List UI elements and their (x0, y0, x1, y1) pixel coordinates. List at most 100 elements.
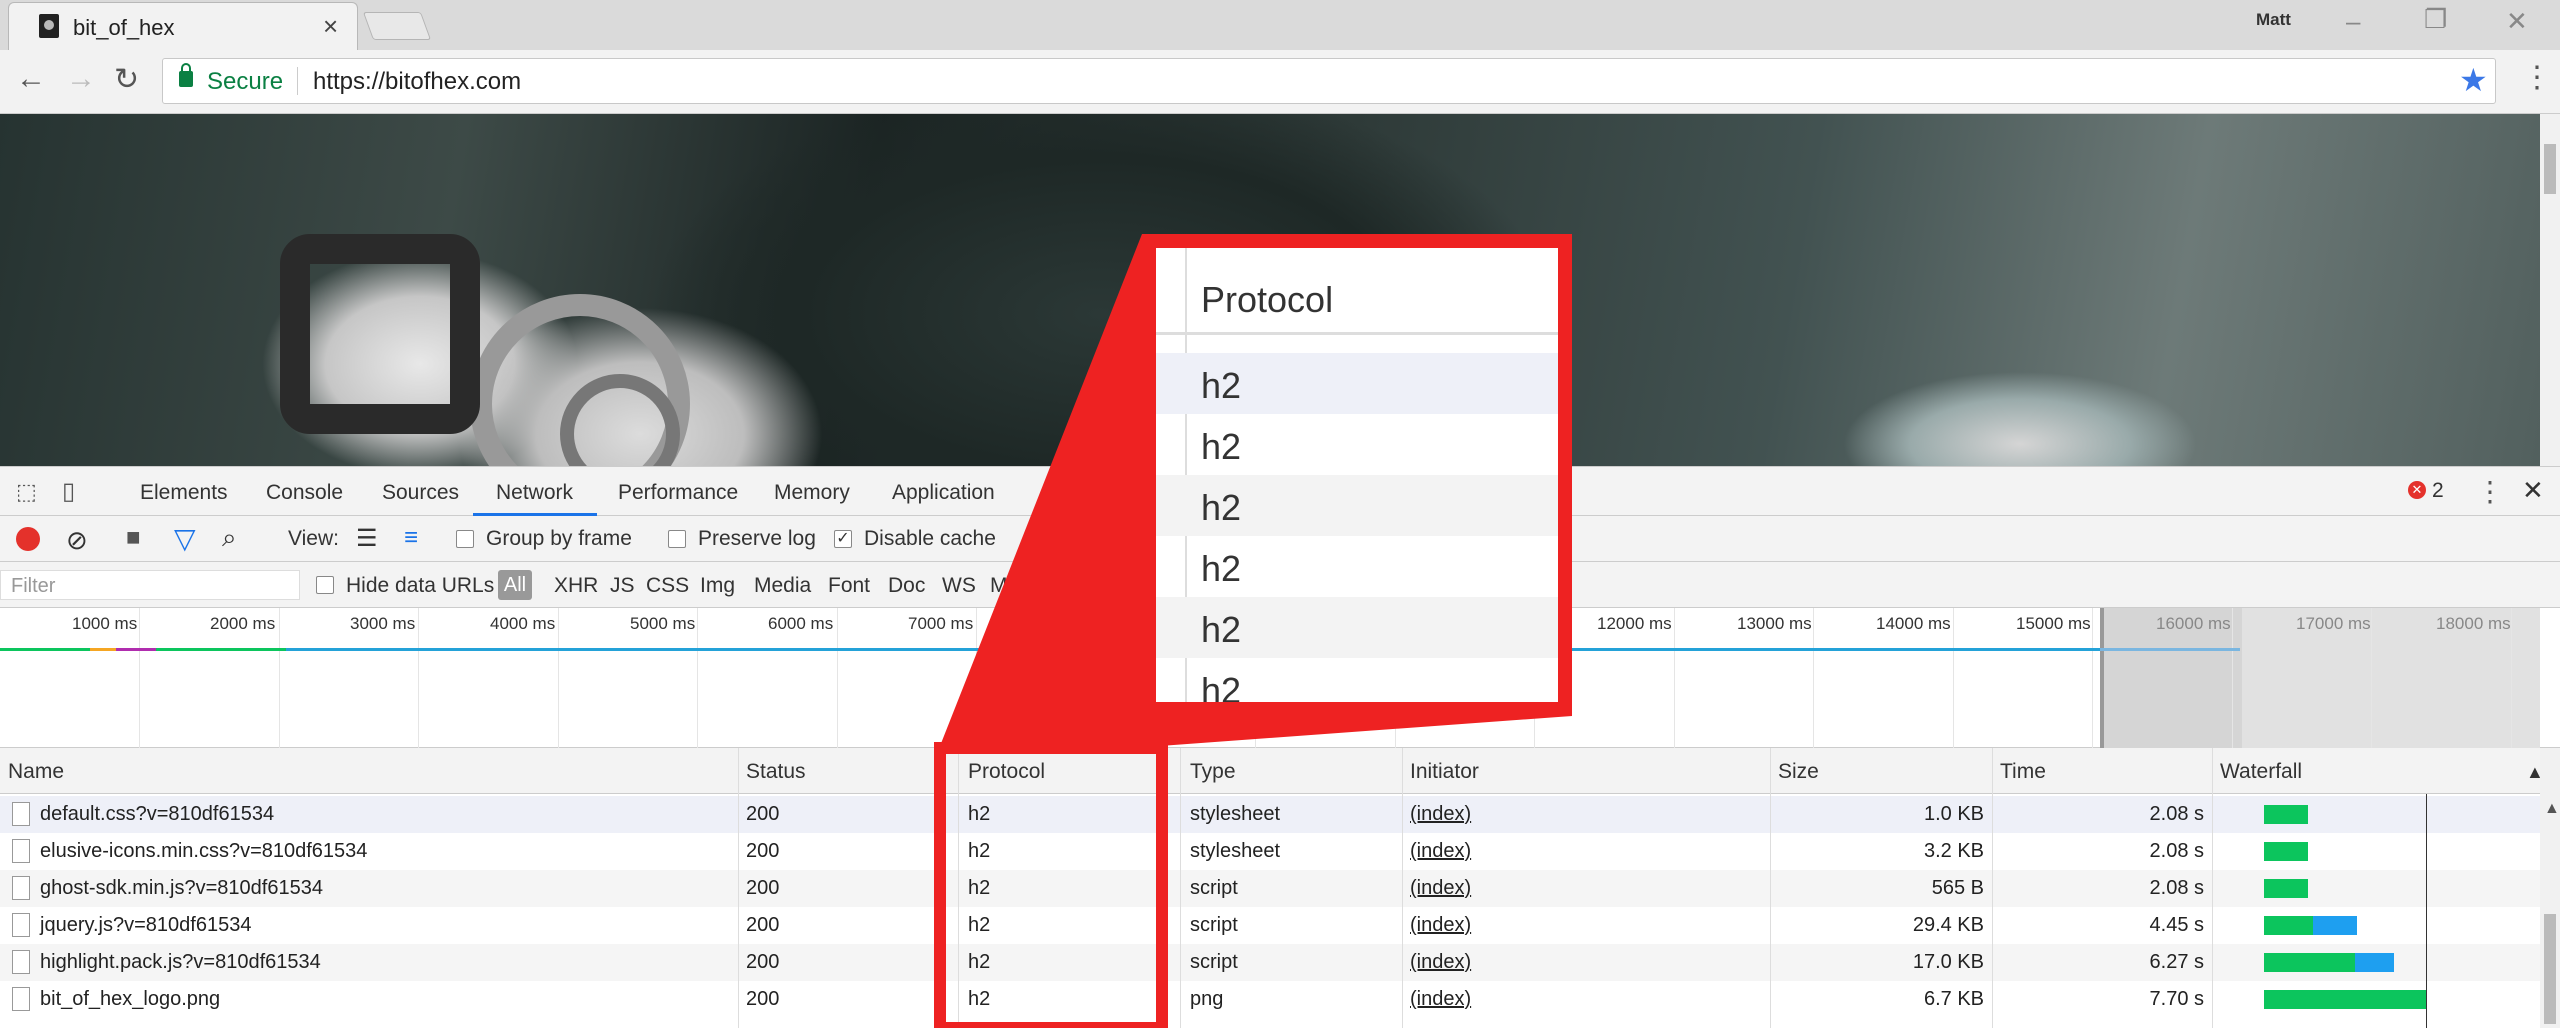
col-size[interactable]: Size (1778, 760, 1819, 784)
tab-memory[interactable]: Memory (774, 481, 850, 505)
cell-initiator[interactable]: (index) (1410, 988, 1471, 1011)
table-row[interactable]: highlight.pack.js?v=810df61534 200 h2 scrip… (0, 944, 2540, 981)
filter-xhr[interactable]: XHR (554, 574, 598, 598)
tab-performance[interactable]: Performance (618, 481, 738, 505)
close-window-icon[interactable]: ✕ (2506, 6, 2528, 37)
cell-initiator[interactable]: (index) (1410, 803, 1471, 826)
table-row[interactable]: bit_of_hex_logo.png 200 h2 png (index) 6.7 KB… (0, 981, 2540, 1018)
col-time[interactable]: Time (2000, 760, 2046, 784)
devtools-menu-icon[interactable]: ⋮ (2476, 475, 2504, 508)
filter-media[interactable]: Media (754, 574, 811, 598)
filter-doc[interactable]: Doc (888, 574, 925, 598)
device-toggle-icon[interactable]: ▯ (62, 477, 75, 506)
new-tab-button[interactable] (362, 12, 432, 40)
group-by-frame-checkbox[interactable] (456, 530, 474, 548)
hide-data-urls-label: Hide data URLs (346, 574, 495, 597)
table-row[interactable]: jquery.js?v=810df61534 200 h2 script (index)… (0, 907, 2540, 944)
large-rows-icon[interactable]: ☰ (356, 524, 378, 553)
restore-icon[interactable]: ❐ (2424, 4, 2447, 35)
filter-other[interactable]: Other (1088, 574, 1141, 598)
cell-name: jquery.js?v=810df61534 (40, 914, 252, 936)
col-waterfall[interactable]: Waterfall (2220, 760, 2302, 784)
timeline-tick: 12000 ms (1597, 614, 1672, 633)
forward-icon[interactable]: → (66, 62, 96, 96)
filter-ws[interactable]: WS (942, 574, 976, 598)
filter-js[interactable]: JS (610, 574, 635, 598)
tab-sources[interactable]: Sources (382, 481, 459, 505)
filter-icon[interactable]: ▽ (174, 522, 196, 555)
cell-initiator[interactable]: (index) (1410, 840, 1471, 863)
url-text[interactable]: https://bitofhex.com (313, 68, 521, 96)
cell-time: 2.08 s (2149, 840, 2204, 862)
offline-checkbox[interactable] (1026, 530, 1044, 548)
table-row[interactable]: ghost-sdk.min.js?v=810df61534 200 h2 script… (0, 870, 2540, 907)
grid-line (976, 608, 977, 748)
filter-input[interactable]: Filter (0, 570, 300, 600)
overview-bar (0, 648, 90, 651)
reload-icon[interactable]: ↻ (114, 62, 139, 97)
bookmark-star-icon[interactable]: ★ (2459, 61, 2488, 99)
scroll-up-icon[interactable]: ▲ (2544, 800, 2560, 818)
file-icon (12, 950, 30, 974)
tab-security[interactable]: Security (1046, 481, 1122, 505)
column-divider (1770, 748, 1771, 1028)
disable-cache-checkbox[interactable]: ✓ (834, 530, 852, 548)
cell-type: script (1190, 877, 1238, 899)
filter-manifest[interactable]: Manifest (990, 574, 1069, 598)
timeline-tick: 15000 ms (2016, 614, 2091, 633)
tab-console[interactable]: Console (266, 481, 343, 505)
disable-cache-label: Disable cache (864, 527, 996, 550)
error-icon[interactable]: ✕ (2408, 481, 2426, 499)
table-row[interactable]: default.css?v=810df61534 200 h2 stylesheet (… (0, 796, 2540, 833)
error-count[interactable]: 2 (2432, 479, 2444, 503)
lock-icon (179, 63, 193, 87)
cell-name: highlight.pack.js?v=810df61534 (40, 951, 321, 973)
col-name[interactable]: Name (8, 760, 64, 784)
search-icon[interactable]: ⌕ (222, 522, 237, 554)
filter-font[interactable]: Font (828, 574, 870, 598)
waterfall-bar-download (2264, 879, 2308, 898)
cell-protocol: h2 (968, 877, 991, 899)
hide-data-urls-checkbox[interactable] (316, 576, 334, 594)
minimize-icon[interactable]: – (2346, 6, 2360, 37)
close-devtools-icon[interactable]: ✕ (2522, 475, 2544, 506)
waterfall-view-icon[interactable]: ≡ (404, 524, 418, 552)
screenshot-icon[interactable]: ■ (126, 524, 141, 552)
filter-css[interactable]: CSS (646, 574, 689, 598)
browser-tab[interactable]: bit_of_hex × (8, 2, 358, 50)
inspect-icon[interactable]: ⬚ (16, 479, 37, 505)
requests-table-header: Name Status Protocol Type Initiator Size… (0, 748, 2544, 794)
tab-application[interactable]: Application (892, 481, 995, 505)
filter-all[interactable]: All (498, 570, 532, 600)
grid-line (2092, 608, 2093, 748)
table-row[interactable]: elusive-icons.min.css?v=810df61534 200 h2 s… (0, 833, 2540, 870)
back-icon[interactable]: ← (16, 62, 46, 96)
filter-img[interactable]: Img (700, 574, 735, 598)
scroll-thumb[interactable] (2544, 144, 2556, 194)
scroll-thumb[interactable] (2544, 914, 2556, 1024)
cell-size: 1.0 KB (1923, 803, 1984, 825)
address-bar[interactable]: Secure https://bitofhex.com ★ (162, 58, 2496, 104)
record-icon[interactable] (16, 527, 40, 551)
page-scrollbar[interactable] (2540, 114, 2560, 466)
table-scrollbar[interactable]: ▲ (2540, 748, 2560, 1028)
timeline-tick: 7000 ms (908, 614, 974, 633)
preserve-log-checkbox[interactable] (668, 530, 686, 548)
grid-line (2371, 608, 2372, 748)
close-tab-icon[interactable]: × (323, 11, 338, 42)
cell-time: 4.45 s (2149, 914, 2204, 936)
col-protocol[interactable]: Protocol (968, 760, 1045, 784)
tab-network[interactable]: Network (496, 481, 573, 505)
clear-icon[interactable]: ⊘ (66, 525, 88, 556)
cell-initiator[interactable]: (index) (1410, 914, 1471, 937)
cell-initiator[interactable]: (index) (1410, 951, 1471, 974)
col-type[interactable]: Type (1190, 760, 1236, 784)
grid-line (139, 608, 140, 748)
browser-menu-icon[interactable]: ⋮ (2522, 60, 2552, 95)
profile-name[interactable]: Matt (2256, 10, 2291, 30)
col-initiator[interactable]: Initiator (1410, 760, 1479, 784)
cell-time: 2.08 s (2149, 877, 2204, 899)
col-status[interactable]: Status (746, 760, 806, 784)
cell-initiator[interactable]: (index) (1410, 877, 1471, 900)
tab-elements[interactable]: Elements (140, 481, 228, 505)
